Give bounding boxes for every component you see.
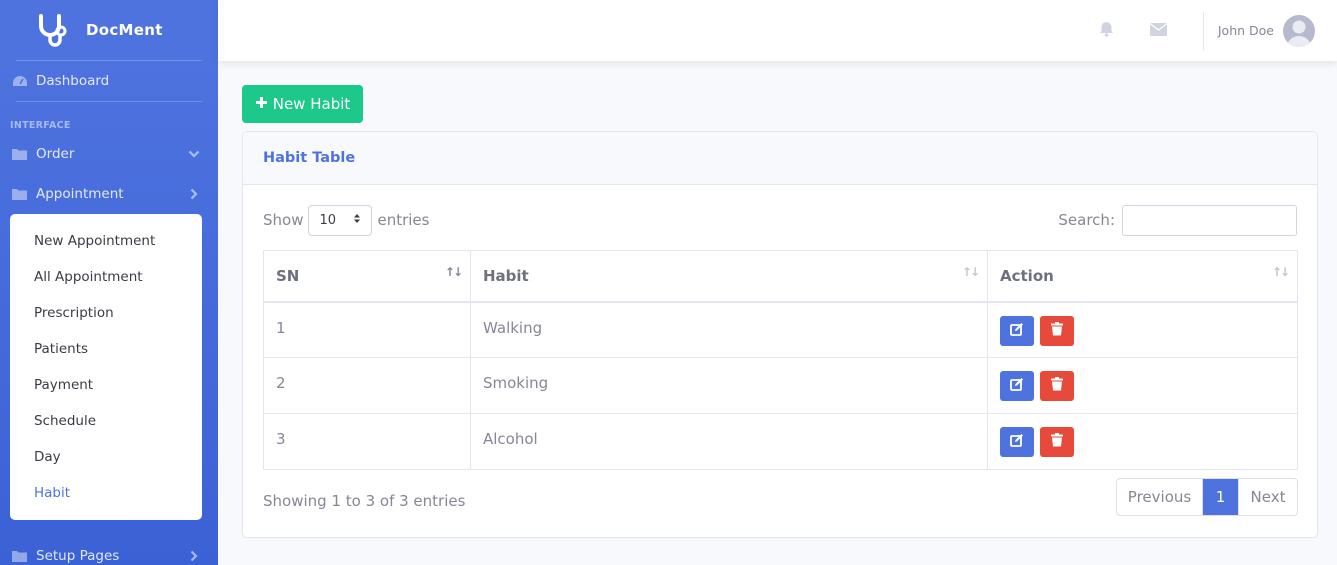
- edit-button[interactable]: [1000, 427, 1034, 457]
- select-arrows-icon: [353, 213, 361, 228]
- submenu-item-habit[interactable]: Habit: [10, 475, 202, 511]
- table-header-row: SN ↑↓ Habit ↑↓ Action ↑↓: [263, 250, 1298, 303]
- table-row: 2 Smoking: [263, 357, 1298, 414]
- card-header: Habit Table: [243, 132, 1317, 185]
- chevron-down-icon: [188, 148, 200, 160]
- brand-name: DocMent: [86, 21, 163, 39]
- messages-button[interactable]: [1133, 0, 1185, 61]
- show-label: Show: [263, 211, 304, 229]
- edit-button[interactable]: [1000, 315, 1034, 346]
- column-header-sn[interactable]: SN ↑↓: [263, 250, 471, 303]
- submenu-item-patients[interactable]: Patients: [10, 331, 202, 367]
- edit-icon: [1010, 433, 1024, 451]
- cell-action: [987, 357, 1298, 414]
- sidebar-item-setup-pages[interactable]: Setup Pages: [0, 536, 218, 565]
- cell-action: [987, 301, 1298, 358]
- submenu-item-schedule[interactable]: Schedule: [10, 403, 202, 439]
- envelope-icon: [1150, 21, 1168, 40]
- submenu-item-payment[interactable]: Payment: [10, 367, 202, 403]
- cell-habit: Walking: [470, 301, 988, 358]
- appointment-submenu: New Appointment All Appointment Prescrip…: [10, 214, 202, 520]
- entries-label: entries: [377, 211, 430, 229]
- pagination: Previous 1 Next: [1116, 478, 1298, 516]
- submenu-item-day[interactable]: Day: [10, 439, 202, 475]
- trash-icon: [1050, 377, 1063, 395]
- sidebar: DocMent Dashboard INTERFACE Order Appoin…: [0, 0, 218, 565]
- cell-habit: Smoking: [470, 357, 988, 414]
- edit-icon: [1010, 322, 1024, 340]
- sort-icon: ↑↓: [961, 265, 980, 279]
- user-name: John Doe: [1217, 23, 1274, 38]
- new-habit-label: New Habit: [272, 95, 351, 113]
- habit-table: SN ↑↓ Habit ↑↓ Action ↑↓ 1 Walking 2 Smo…: [263, 250, 1298, 470]
- folder-icon: [11, 549, 28, 563]
- new-habit-button[interactable]: New Habit: [242, 85, 363, 123]
- edit-icon: [1010, 377, 1024, 395]
- sidebar-item-dashboard[interactable]: Dashboard: [0, 61, 218, 101]
- folder-icon: [11, 147, 28, 161]
- submenu-item-all-appointment[interactable]: All Appointment: [10, 259, 202, 295]
- sidebar-item-appointment[interactable]: Appointment: [0, 174, 218, 214]
- table-row: 1 Walking: [263, 301, 1298, 358]
- plus-icon: [255, 95, 268, 113]
- stethoscope-icon: [32, 10, 72, 50]
- cell-action: [987, 413, 1298, 470]
- delete-button[interactable]: [1039, 427, 1074, 457]
- cell-sn: 3: [263, 413, 471, 470]
- cell-sn: 2: [263, 357, 471, 414]
- delete-button[interactable]: [1039, 315, 1074, 346]
- table-row: 3 Alcohol: [263, 413, 1298, 470]
- sidebar-item-label: Order: [36, 146, 75, 162]
- column-label: Action: [1000, 266, 1054, 285]
- edit-button[interactable]: [1000, 371, 1034, 401]
- search-input[interactable]: [1122, 204, 1297, 236]
- trash-icon: [1050, 321, 1063, 340]
- search-label: Search:: [1058, 211, 1115, 229]
- next-page-button[interactable]: Next: [1238, 479, 1297, 515]
- previous-page-button[interactable]: Previous: [1117, 479, 1203, 515]
- card-title: Habit Table: [263, 150, 356, 166]
- column-label: Habit: [483, 266, 529, 285]
- sidebar-item-label: Dashboard: [36, 73, 110, 89]
- sidebar-heading: INTERFACE: [10, 120, 71, 131]
- sidebar-item-label: Appointment: [36, 186, 124, 202]
- column-header-habit[interactable]: Habit ↑↓: [470, 250, 988, 303]
- avatar: [1283, 14, 1315, 47]
- table-controls: Show 10 entries Search:: [263, 204, 1297, 236]
- user-menu[interactable]: John Doe: [1217, 14, 1337, 47]
- entries-value: 10: [319, 212, 337, 228]
- chevron-right-icon: [188, 188, 200, 200]
- sort-icon: ↑↓: [1271, 265, 1290, 279]
- submenu-item-prescription[interactable]: Prescription: [10, 295, 202, 331]
- folder-icon: [11, 187, 28, 201]
- topbar: John Doe: [218, 0, 1337, 61]
- entries-select[interactable]: 10: [308, 204, 373, 236]
- cell-habit: Alcohol: [470, 413, 988, 470]
- tachometer-icon: [11, 74, 28, 88]
- column-header-action[interactable]: Action ↑↓: [987, 250, 1298, 303]
- chevron-right-icon: [188, 550, 200, 562]
- sidebar-item-order[interactable]: Order: [0, 134, 218, 174]
- table-info: Showing 1 to 3 of 3 entries: [263, 492, 466, 510]
- page-1-button[interactable]: 1: [1203, 479, 1238, 515]
- submenu-item-new-appointment[interactable]: New Appointment: [10, 223, 202, 259]
- table-search: Search:: [1058, 204, 1297, 236]
- trash-icon: [1050, 433, 1063, 451]
- sidebar-item-label: Setup Pages: [36, 548, 120, 564]
- cell-sn: 1: [263, 301, 471, 358]
- sort-icon: ↑↓: [444, 265, 463, 279]
- brand[interactable]: DocMent: [0, 0, 218, 60]
- alerts-button[interactable]: [1081, 0, 1133, 61]
- bell-icon: [1099, 21, 1114, 41]
- habit-table-card: Habit Table Show 10 entries Search: SN ↑…: [242, 131, 1318, 538]
- column-label: SN: [276, 266, 300, 285]
- topbar-divider: [1202, 11, 1204, 50]
- entries-length: Show 10 entries: [263, 204, 430, 236]
- delete-button[interactable]: [1039, 371, 1074, 401]
